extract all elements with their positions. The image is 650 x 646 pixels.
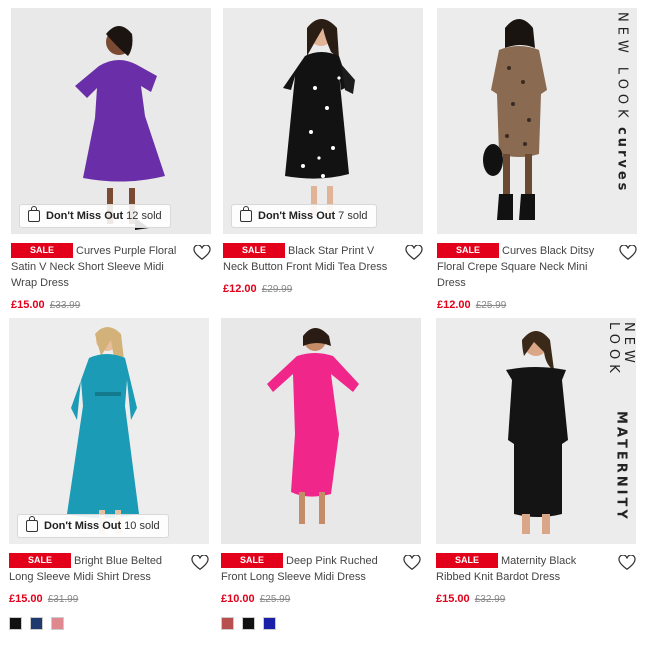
brand-sub: curves bbox=[614, 126, 630, 194]
product-title[interactable]: SALE Curves Purple Floral Satin V Neck Sh… bbox=[11, 243, 211, 291]
product-image[interactable]: NEW LOOK MATERNITY bbox=[436, 318, 636, 544]
product-card[interactable]: SALE Deep Pink Ruched Front Long Sleeve M… bbox=[221, 318, 421, 630]
product-title[interactable]: SALE Bright Blue Belted Long Sleeve Midi … bbox=[9, 553, 209, 585]
sale-badge: SALE bbox=[223, 243, 285, 258]
color-swatch[interactable] bbox=[242, 617, 255, 630]
current-price: £12.00 bbox=[437, 299, 471, 311]
current-price: £10.00 bbox=[221, 593, 255, 605]
promo-label: Don't Miss Out bbox=[44, 520, 122, 532]
color-swatch[interactable] bbox=[30, 617, 43, 630]
brand-vertical-label: NEW LOOK MATERNITY bbox=[606, 322, 636, 522]
was-price: £31.99 bbox=[47, 594, 79, 605]
heart-icon[interactable] bbox=[193, 245, 211, 261]
product-title[interactable]: SALE Black Star Print V Neck Button Front… bbox=[223, 243, 423, 275]
price-row: £15.00 £32.99 bbox=[436, 593, 636, 605]
product-card[interactable]: Don't Miss Out 12 sold SALE Curves Purple… bbox=[11, 8, 211, 311]
was-price: £25.99 bbox=[475, 300, 507, 311]
model-illustration bbox=[483, 19, 547, 220]
product-title[interactable]: SALE Deep Pink Ruched Front Long Sleeve M… bbox=[221, 553, 421, 585]
product-image[interactable]: Don't Miss Out 12 sold bbox=[11, 8, 211, 234]
promo-badge: Don't Miss Out 7 sold bbox=[231, 204, 377, 228]
color-swatch[interactable] bbox=[263, 617, 276, 630]
current-price: £15.00 bbox=[436, 593, 470, 605]
product-image[interactable]: NEW LOOK curves bbox=[437, 8, 637, 234]
heart-icon[interactable] bbox=[619, 245, 637, 261]
sale-badge: SALE bbox=[436, 553, 498, 568]
product-image[interactable]: Don't Miss Out 10 sold bbox=[9, 318, 209, 544]
promo-label: Don't Miss Out bbox=[46, 210, 124, 222]
heart-icon[interactable] bbox=[618, 555, 636, 571]
brand-name: NEW LOOK bbox=[606, 322, 636, 378]
product-title[interactable]: SALE Maternity Black Ribbed Knit Bardot D… bbox=[436, 553, 636, 585]
current-price: £15.00 bbox=[11, 299, 45, 311]
product-title[interactable]: SALE Curves Black Ditsy Floral Crepe Squa… bbox=[437, 243, 637, 291]
product-card[interactable]: Don't Miss Out 7 sold SALE Black Star Pri… bbox=[223, 8, 423, 295]
brand-sub: MATERNITY bbox=[613, 411, 629, 522]
was-price: £25.99 bbox=[259, 594, 291, 605]
promo-badge: Don't Miss Out 10 sold bbox=[17, 514, 169, 538]
brand-name: NEW LOOK bbox=[614, 12, 630, 123]
product-card[interactable]: NEW LOOK MATERNITY SALE Maternity Black R… bbox=[436, 318, 636, 605]
model-illustration bbox=[67, 327, 139, 534]
color-swatches bbox=[221, 617, 421, 630]
sale-badge: SALE bbox=[11, 243, 73, 258]
price-row: £10.00 £25.99 bbox=[221, 593, 421, 605]
sale-badge: SALE bbox=[221, 553, 283, 568]
color-swatch[interactable] bbox=[9, 617, 22, 630]
heart-icon[interactable] bbox=[191, 555, 209, 571]
shopping-bag-icon bbox=[240, 206, 252, 222]
color-swatch[interactable] bbox=[51, 617, 64, 630]
price-row: £12.00 £29.99 bbox=[223, 283, 423, 295]
price-row: £15.00 £31.99 bbox=[9, 593, 209, 605]
brand-vertical-label: NEW LOOK curves bbox=[611, 12, 633, 212]
sale-badge: SALE bbox=[9, 553, 71, 568]
current-price: £15.00 bbox=[9, 593, 43, 605]
promo-sold-count: 10 sold bbox=[124, 520, 160, 532]
model-illustration bbox=[75, 26, 165, 230]
was-price: £33.99 bbox=[49, 300, 81, 311]
promo-sold-count: 7 sold bbox=[338, 210, 368, 222]
heart-icon[interactable] bbox=[405, 245, 423, 261]
was-price: £29.99 bbox=[261, 284, 293, 295]
shopping-bag-icon bbox=[28, 206, 40, 222]
promo-label: Don't Miss Out bbox=[258, 210, 336, 222]
promo-sold-count: 12 sold bbox=[126, 210, 162, 222]
heart-icon[interactable] bbox=[403, 555, 421, 571]
model-illustration bbox=[283, 19, 355, 216]
product-image[interactable] bbox=[221, 318, 421, 544]
product-image[interactable]: Don't Miss Out 7 sold bbox=[223, 8, 423, 234]
promo-badge: Don't Miss Out 12 sold bbox=[19, 204, 171, 228]
current-price: £12.00 bbox=[223, 283, 257, 295]
was-price: £32.99 bbox=[474, 594, 506, 605]
sale-badge: SALE bbox=[437, 243, 499, 258]
model-illustration bbox=[267, 328, 359, 524]
color-swatch[interactable] bbox=[221, 617, 234, 630]
product-card[interactable]: Don't Miss Out 10 sold SALE Bright Blue B… bbox=[9, 318, 209, 630]
price-row: £15.00 £33.99 bbox=[11, 299, 211, 311]
color-swatches bbox=[9, 617, 209, 630]
product-card[interactable]: NEW LOOK curves SALE Curves Black Ditsy F… bbox=[437, 8, 637, 311]
price-row: £12.00 £25.99 bbox=[437, 299, 637, 311]
shopping-bag-icon bbox=[26, 516, 38, 532]
